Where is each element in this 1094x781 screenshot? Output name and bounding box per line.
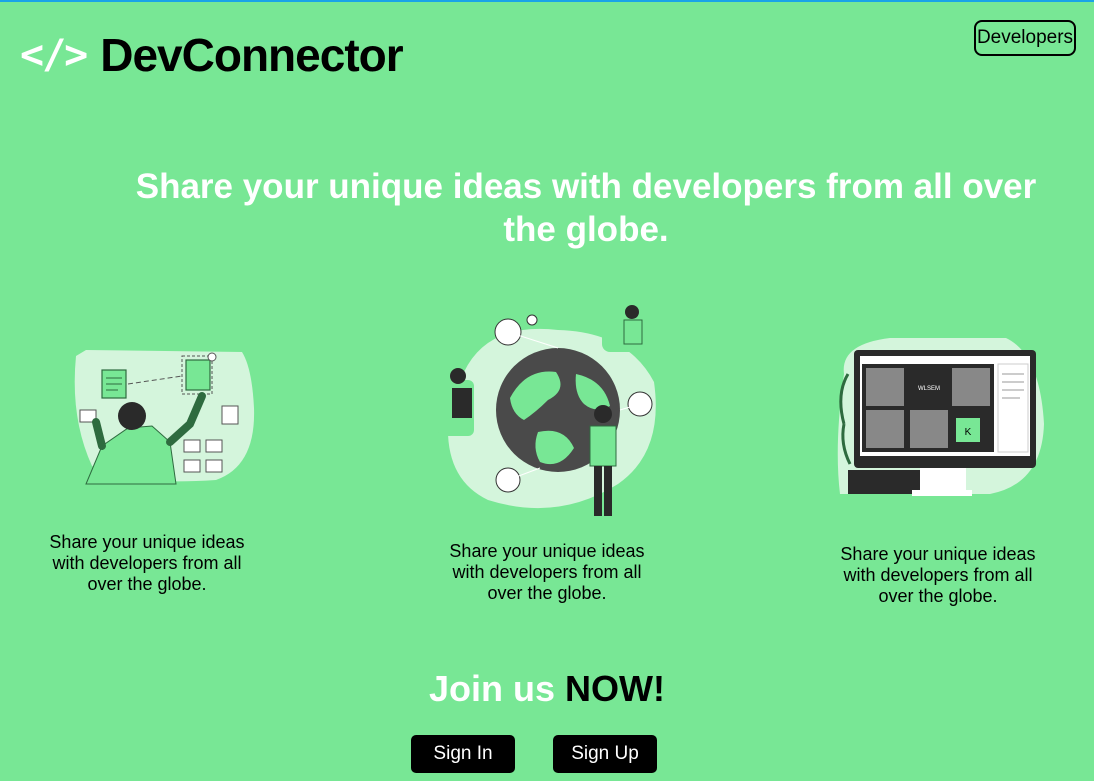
top-border	[0, 0, 1094, 2]
join-text: Join us	[428, 668, 556, 709]
join-heading: Join us NOW!	[0, 668, 1094, 710]
developers-button[interactable]: Developers	[974, 20, 1076, 56]
global-network-illustration	[438, 305, 656, 516]
card-caption-2: Share your unique ideas with developers …	[449, 541, 645, 603]
brand-logo[interactable]: </> DevConnector	[20, 28, 404, 82]
sign-in-button[interactable]: Sign In	[411, 735, 515, 773]
brand-name: DevConnector	[100, 29, 403, 81]
file-sharing-illustration	[74, 350, 255, 485]
tile-letter: K	[965, 427, 972, 438]
card-caption-1: Share your unique ideas with developers …	[49, 532, 245, 594]
join-emphasis: NOW!	[565, 668, 665, 709]
card-caption-3: Share your unique ideas with developers …	[840, 544, 1036, 606]
video-call-illustration: K WLSEM	[837, 338, 1044, 496]
monitor-label: WLSEM	[918, 386, 940, 392]
hero-title: Share your unique ideas with developers …	[135, 167, 1037, 249]
code-icon: </>	[20, 32, 88, 78]
sign-up-button[interactable]: Sign Up	[553, 735, 657, 773]
